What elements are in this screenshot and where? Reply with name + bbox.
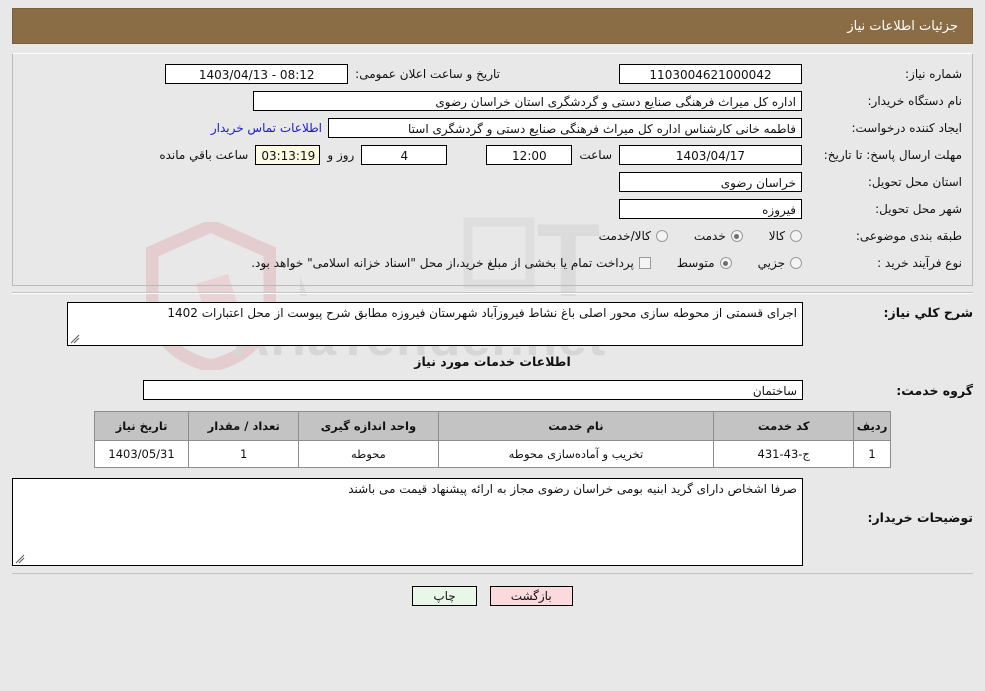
- services-section-title: اطلاعات خدمات مورد نیاز: [414, 354, 571, 369]
- footer-buttons: بازگشت چاپ: [12, 586, 973, 606]
- deadline-time-value: 12:00: [486, 145, 573, 165]
- service-group-row: گروه خدمت: ساختمان: [12, 379, 973, 401]
- cell-name: تخریب و آماده‌سازی محوطه: [437, 440, 715, 468]
- table-row: 1 ج-43-431 تخریب و آماده‌سازی محوطه محوط…: [93, 440, 891, 468]
- page-root: جزئیات اطلاعات نیاز شماره نیاز: 11030046…: [0, 0, 985, 606]
- services-table-header-row: ردیف کد خدمت نام خدمت واحد اندازه گیری ت…: [93, 411, 891, 441]
- service-group-value: ساختمان: [143, 380, 803, 400]
- buyer-contact-link[interactable]: اطلاعات تماس خریدار: [205, 121, 328, 135]
- creator-row: ایجاد کننده درخواست: فاطمه خانی کارشناس …: [23, 117, 962, 139]
- buyer-notes-label: توضیحات خریدار:: [867, 510, 973, 525]
- city-row: شهر محل تحویل: فیروزه: [23, 198, 962, 220]
- process-option-jozei-label: جزیي: [757, 256, 785, 270]
- creator-value: فاطمه خانی کارشناس اداره کل میراث فرهنگی…: [328, 118, 802, 138]
- process-option-motavaset-label: متوسط: [676, 256, 715, 270]
- process-option-jozei[interactable]: جزیي: [758, 256, 802, 270]
- service-group-label: گروه خدمت:: [896, 382, 973, 398]
- col-unit: واحد اندازه گیری: [298, 411, 439, 441]
- city-label: شهر محل تحویل:: [875, 202, 962, 216]
- description-value: اجرای قسمتی از محوطه سازی محور اصلی باغ …: [167, 306, 797, 320]
- cell-quantity: 1: [188, 440, 300, 468]
- creator-label: ایجاد کننده درخواست:: [851, 121, 962, 135]
- need-number-value: 1103004621000042: [619, 64, 802, 84]
- process-option-motavaset[interactable]: متوسط: [677, 256, 732, 270]
- category-option-kala-label: کالا: [768, 229, 785, 243]
- services-table: ردیف کد خدمت نام خدمت واحد اندازه گیری ت…: [93, 411, 891, 468]
- treasury-checkbox-option[interactable]: پرداخت تمام یا بخشی از مبلغ خرید،از محل …: [251, 256, 651, 270]
- divider-1: [12, 292, 973, 294]
- countdown-value: 03:13:19: [255, 145, 321, 165]
- col-index: ردیف: [853, 411, 891, 441]
- need-number-row: شماره نیاز: 1103004621000042 تاریخ و ساع…: [23, 63, 962, 85]
- category-option-kala-khedmat-label: کالا/خدمت: [598, 229, 651, 243]
- cell-code: ج-43-431: [713, 440, 855, 468]
- radio-jozei[interactable]: [790, 257, 802, 269]
- radio-kala[interactable]: [790, 230, 802, 242]
- province-row: استان محل تحویل: خراسان رضوی: [23, 171, 962, 193]
- back-button[interactable]: بازگشت: [489, 586, 573, 606]
- resize-grip-icon[interactable]: [70, 334, 80, 344]
- need-number-label: شماره نیاز:: [905, 67, 962, 81]
- province-label: استان محل تحویل:: [867, 175, 962, 189]
- announce-label: تاریخ و ساعت اعلان عمومی:: [355, 67, 500, 81]
- radio-khedmat[interactable]: [730, 230, 743, 242]
- buyer-notes-value: صرفا اشخاص دارای گرید ابنیه بومی خراسان …: [348, 482, 797, 496]
- cell-date: 1403/05/31: [93, 440, 190, 468]
- city-value: فیروزه: [619, 199, 802, 219]
- buyer-org-row: نام دستگاه خریدار: اداره کل میراث فرهنگی…: [23, 90, 962, 112]
- description-label: شرح کلي نیاز:: [883, 305, 973, 320]
- category-option-kala-khedmat[interactable]: کالا/خدمت: [599, 229, 668, 243]
- category-option-khedmat[interactable]: خدمت: [694, 229, 743, 243]
- category-option-kala[interactable]: کالا: [769, 229, 802, 243]
- category-option-khedmat-label: خدمت: [693, 229, 726, 243]
- deadline-label: مهلت ارسال پاسخ: تا تاریخ:: [823, 148, 962, 162]
- countdown-label: ساعت باقي مانده: [159, 148, 249, 162]
- deadline-row: مهلت ارسال پاسخ: تا تاریخ: 1403/04/17 سا…: [23, 144, 962, 166]
- hour-label: ساعت: [579, 148, 612, 162]
- buyer-notes-row: توضیحات خریدار: صرفا اشخاص دارای گرید اب…: [12, 478, 973, 566]
- divider-2: [12, 573, 973, 574]
- process-label: نوع فرآیند خرید :: [877, 256, 962, 270]
- description-value-box[interactable]: اجرای قسمتی از محوطه سازی محور اصلی باغ …: [67, 302, 803, 346]
- buyer-org-value: اداره کل میراث فرهنگی صنایع دستی و گردشگ…: [253, 91, 802, 111]
- process-row: نوع فرآیند خرید : جزیي متوسط پرداخت تمام…: [23, 252, 962, 274]
- resize-grip-icon-notes[interactable]: [15, 554, 25, 564]
- radio-motavaset[interactable]: [719, 257, 732, 269]
- category-row: طبقه بندی موضوعی: کالا خدمت کالا/خدمت: [23, 225, 962, 247]
- page-title: جزئیات اطلاعات نیاز: [12, 8, 973, 44]
- print-button[interactable]: چاپ: [412, 586, 477, 606]
- description-row: شرح کلي نیاز: اجرای قسمتی از محوطه سازی …: [12, 302, 973, 346]
- treasury-checkbox-label: پرداخت تمام یا بخشی از مبلغ خرید،از محل …: [251, 256, 634, 270]
- remaining-days-value: 4: [361, 145, 448, 165]
- category-label: طبقه بندی موضوعی:: [855, 229, 962, 243]
- col-code: کد خدمت: [713, 411, 855, 441]
- radio-kala-khedmat[interactable]: [655, 230, 668, 242]
- cell-unit: محوطه: [298, 440, 439, 468]
- days-label: روز و: [327, 148, 355, 162]
- announce-value: 1403/04/13 - 08:12: [165, 64, 349, 84]
- summary-panel: شماره نیاز: 1103004621000042 تاریخ و ساع…: [12, 53, 973, 286]
- col-quantity: تعداد / مقدار: [188, 411, 300, 441]
- col-date: تاریخ نیاز: [93, 411, 190, 441]
- cell-index: 1: [853, 440, 891, 468]
- treasury-checkbox[interactable]: [638, 257, 651, 269]
- province-value: خراسان رضوی: [619, 172, 802, 192]
- col-name: نام خدمت: [437, 411, 715, 441]
- buyer-notes-value-box[interactable]: صرفا اشخاص دارای گرید ابنیه بومی خراسان …: [12, 478, 803, 566]
- buyer-org-label: نام دستگاه خریدار:: [867, 94, 963, 108]
- deadline-date-value: 1403/04/17: [619, 145, 802, 165]
